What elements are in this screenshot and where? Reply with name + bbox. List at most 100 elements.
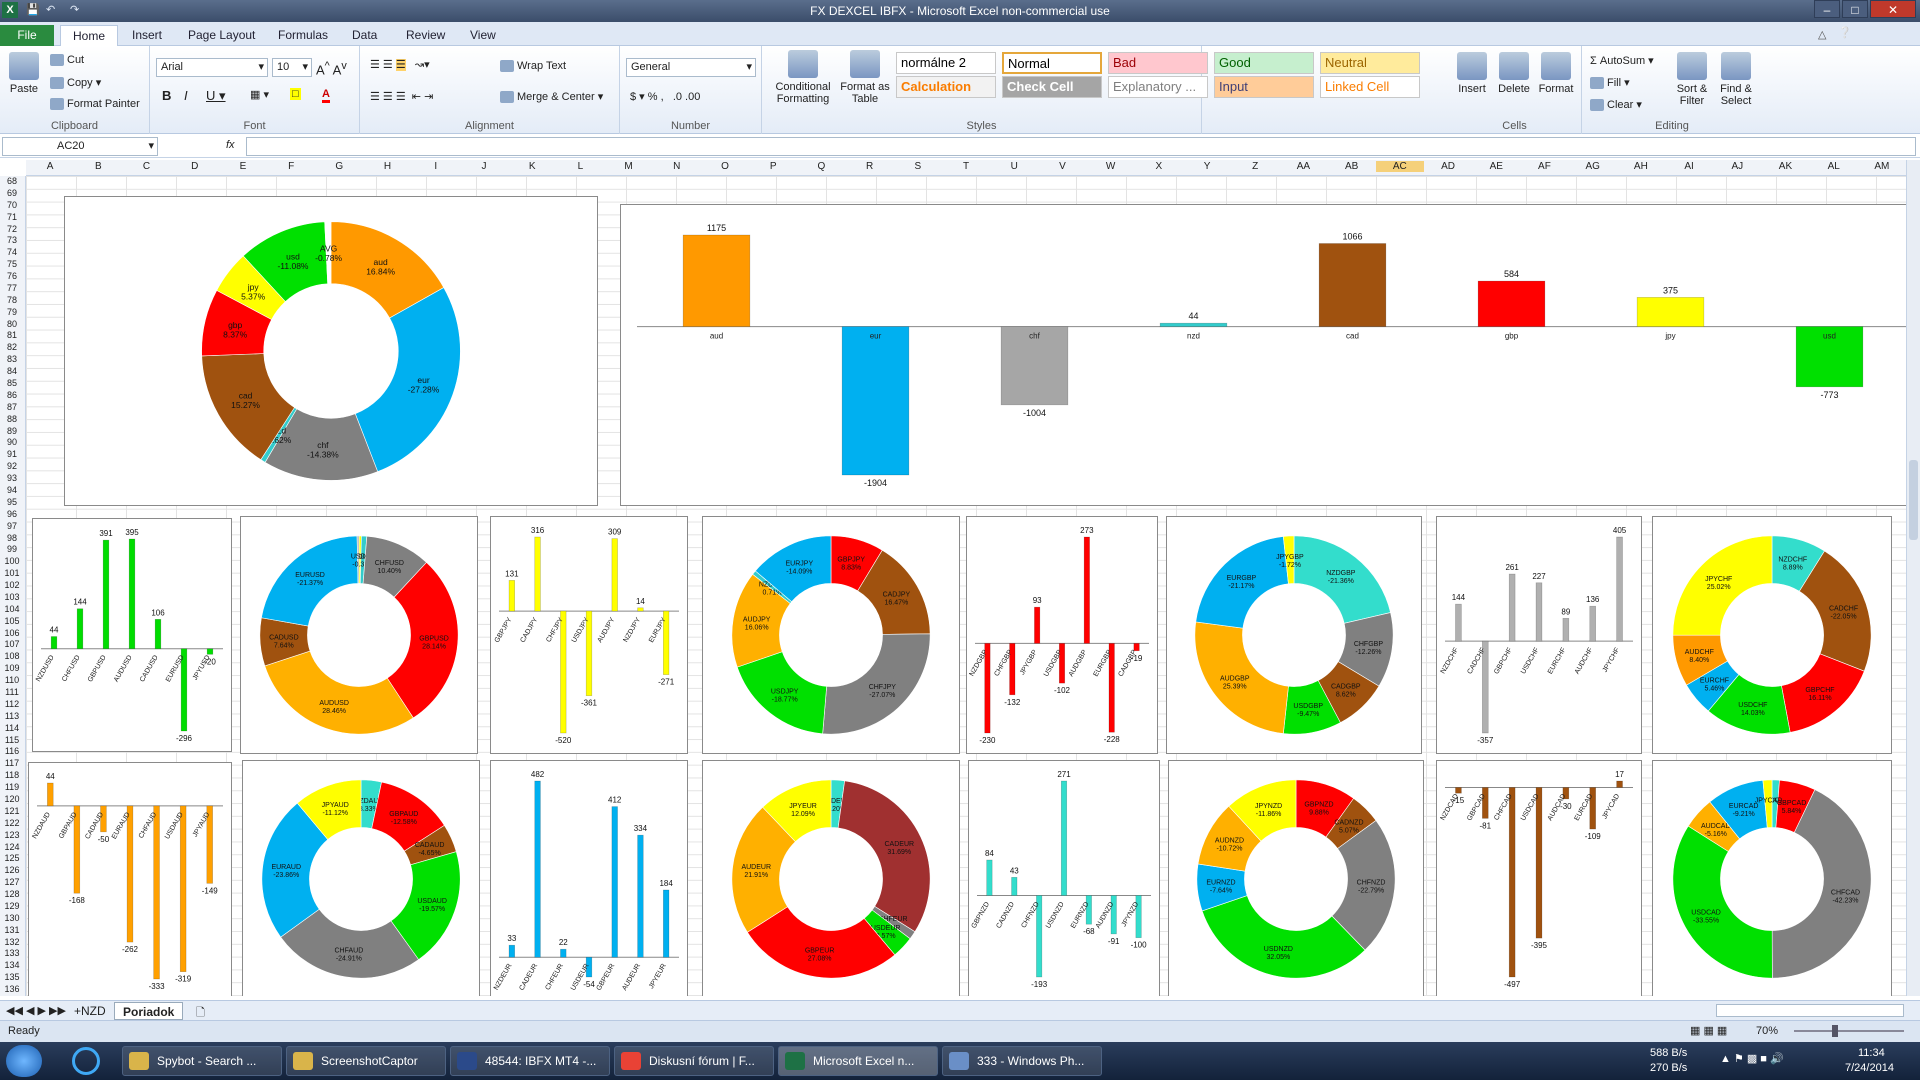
row-header[interactable]: 94 [0, 485, 24, 497]
row-header[interactable]: 89 [0, 426, 24, 438]
row-header[interactable]: 86 [0, 390, 24, 402]
column-header-p[interactable]: P [749, 161, 797, 172]
vertical-scrollbar[interactable] [1906, 160, 1920, 996]
row-header[interactable]: 95 [0, 497, 24, 509]
row-header[interactable]: 120 [0, 794, 24, 806]
column-header-ag[interactable]: AG [1569, 161, 1617, 172]
row-header[interactable]: 118 [0, 770, 24, 782]
ie-icon[interactable] [72, 1047, 100, 1075]
cell-style-input[interactable]: Input [1214, 76, 1314, 98]
zoom-slider-thumb[interactable] [1832, 1025, 1838, 1037]
row-header[interactable]: 110 [0, 675, 24, 687]
row-header[interactable]: 101 [0, 568, 24, 580]
column-header-d[interactable]: D [171, 161, 219, 172]
row-header[interactable]: 135 [0, 972, 24, 984]
fill-button[interactable]: Fill ▾ [1590, 76, 1630, 90]
bar-usdaud[interactable] [179, 805, 187, 973]
bar-cadusd[interactable] [154, 619, 162, 650]
format-as-table-button[interactable]: Format as Table [840, 50, 890, 105]
bar-chart-14[interactable]: 84 GBPNZD 43 CADNZD -193 CHFNZD 271 USDNZD -68 EU… [968, 760, 1160, 996]
row-header[interactable]: 127 [0, 877, 24, 889]
column-header-y[interactable]: Y [1183, 161, 1231, 172]
row-header[interactable]: 71 [0, 212, 24, 224]
merge-center-button[interactable]: Merge & Center ▾ [500, 90, 603, 104]
row-header[interactable]: 83 [0, 354, 24, 366]
row-header[interactable]: 84 [0, 366, 24, 378]
bar-gbp[interactable] [1477, 280, 1546, 327]
column-header-e[interactable]: E [219, 161, 267, 172]
bar-euraud[interactable] [126, 805, 134, 943]
row-header[interactable]: 82 [0, 342, 24, 354]
column-header-m[interactable]: M [604, 161, 652, 172]
insert-function-icon[interactable]: fx [226, 139, 235, 151]
donut-slice-audusd[interactable] [264, 650, 414, 735]
tab-file[interactable]: File [0, 25, 54, 46]
paste-button[interactable]: Paste [6, 52, 42, 95]
row-header[interactable]: 79 [0, 307, 24, 319]
bar-chfeur[interactable] [560, 948, 567, 958]
italic-button[interactable]: I [184, 88, 188, 103]
bar-nzdchf[interactable] [1455, 603, 1462, 642]
delete-cells-button[interactable]: Delete [1494, 52, 1534, 95]
sheet-tab-poriadok[interactable]: Poriadok [114, 1002, 184, 1020]
row-header[interactable]: 129 [0, 901, 24, 913]
row-header[interactable]: 103 [0, 592, 24, 604]
bar-nzd[interactable] [1159, 322, 1228, 327]
column-header-z[interactable]: Z [1231, 161, 1279, 172]
taskbar-item-0[interactable]: Spybot - Search ... [122, 1046, 282, 1076]
row-header[interactable]: 132 [0, 937, 24, 949]
row-header[interactable]: 112 [0, 699, 24, 711]
bar-chfusd[interactable] [76, 608, 84, 650]
maximize-button[interactable]: □ [1842, 0, 1868, 18]
column-header-ad[interactable]: AD [1424, 161, 1472, 172]
row-header[interactable]: 80 [0, 319, 24, 331]
column-header-aj[interactable]: AJ [1713, 161, 1761, 172]
row-header[interactable]: 78 [0, 295, 24, 307]
scroll-thumb[interactable] [1909, 460, 1918, 540]
bar-eurchf[interactable] [1562, 617, 1570, 642]
align-left-icon[interactable]: ☰ ☰ ☰ ⇤ ⇥ [370, 90, 433, 103]
bar-chart-16[interactable]: -15 NZDCAD -81 GBPCAD -497 CHFCAD -395 USDCAD -3… [1436, 760, 1642, 996]
row-header[interactable]: 98 [0, 533, 24, 545]
bar-usdchf[interactable] [1535, 582, 1543, 642]
column-header-r[interactable]: R [845, 161, 893, 172]
donut-chart-5[interactable]: GBPJPY 8.83% CADJPY 16.47% CHFJPY -27.07% USDJ… [702, 516, 960, 754]
bar-chfjpy[interactable] [560, 610, 567, 734]
copy-button[interactable]: Copy ▾ [50, 76, 101, 90]
row-header[interactable]: 70 [0, 200, 24, 212]
donut-chart-13[interactable]: NZDEUR 2.20% CADEUR 31.69% CHFEUR USDEUR 3.57%… [702, 760, 960, 996]
column-header-h[interactable]: H [363, 161, 411, 172]
bar-cad[interactable] [1318, 243, 1387, 327]
column-header-al[interactable]: AL [1810, 161, 1858, 172]
cell-style-good[interactable]: Good [1214, 52, 1314, 74]
row-header[interactable]: 107 [0, 639, 24, 651]
fill-color-icon[interactable]: □ [290, 88, 301, 100]
cut-button[interactable]: Cut [50, 54, 84, 67]
font-name-select[interactable]: Arial ▾ [156, 58, 268, 77]
bar-audgbp[interactable] [1083, 536, 1090, 644]
zoom-slider[interactable] [1794, 1030, 1904, 1032]
number-format-select[interactable]: General ▾ [626, 58, 756, 77]
bar-audnzd[interactable] [1110, 895, 1117, 935]
bar-nzdeur[interactable] [508, 944, 515, 958]
row-header[interactable]: 109 [0, 663, 24, 675]
row-header[interactable]: 130 [0, 913, 24, 925]
row-header[interactable]: 119 [0, 782, 24, 794]
bar-chart-2[interactable]: 44 NZDUSD 144 CHFUSD 391 GBPUSD 395 AUDUSD 106 CA… [32, 518, 232, 752]
format-painter-button[interactable]: Format Painter [50, 98, 140, 111]
tab-view[interactable]: View [458, 25, 508, 46]
autosum-button[interactable]: Σ AutoSum ▾ [1590, 54, 1654, 67]
worksheet-grid[interactable]: aud16.84%eur-27.28%chf-14.38%nzd0.62%cad… [26, 176, 1906, 996]
taskbar-item-4[interactable]: Microsoft Excel n... [778, 1046, 938, 1076]
bar-chfcad[interactable] [1508, 787, 1516, 978]
tab-home[interactable]: Home [60, 25, 119, 46]
donut-chart-0[interactable]: aud16.84%eur-27.28%chf-14.38%nzd0.62%cad… [64, 196, 598, 506]
row-header[interactable]: 104 [0, 604, 24, 616]
row-header[interactable]: 76 [0, 271, 24, 283]
start-button[interactable] [6, 1045, 42, 1077]
row-header[interactable]: 116 [0, 746, 24, 758]
tab-review[interactable]: Review [394, 25, 457, 46]
column-header-x[interactable]: X [1135, 161, 1183, 172]
bar-jpychf[interactable] [1616, 536, 1623, 642]
cell-style-check-cell[interactable]: Check Cell [1002, 76, 1102, 98]
